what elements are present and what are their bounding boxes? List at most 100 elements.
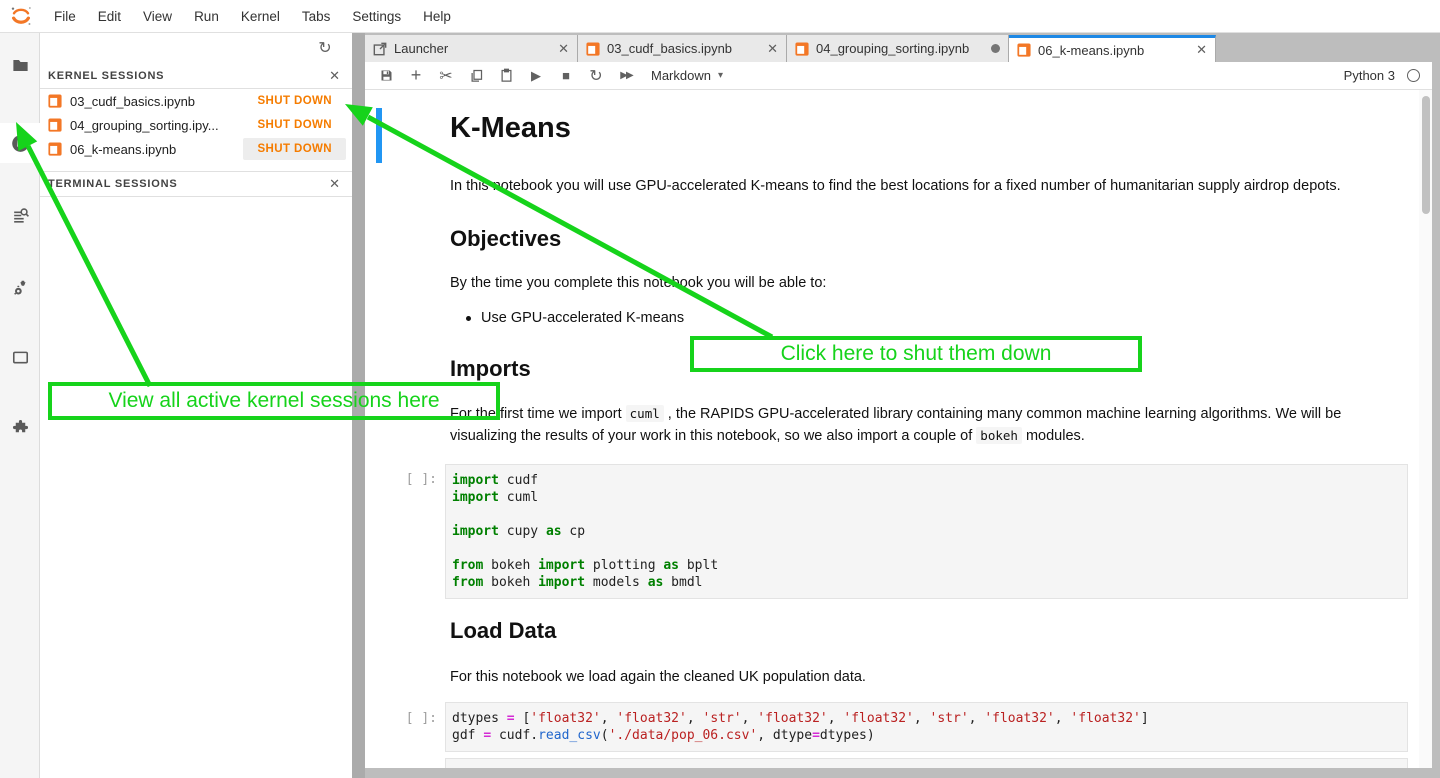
menubar: FileEditViewRunKernelTabsSettingsHelp bbox=[0, 0, 1440, 33]
command-palette-icon[interactable] bbox=[0, 195, 40, 235]
add-cell-button[interactable]: + bbox=[401, 63, 431, 89]
cell-prompt: [ ]: bbox=[365, 472, 437, 487]
tab-06-k-means-ipynb[interactable]: 06_k-means.ipynb ✕ bbox=[1009, 35, 1216, 62]
kernel-sessions-close-icon[interactable]: ✕ bbox=[329, 68, 340, 84]
menu-edit[interactable]: Edit bbox=[87, 0, 132, 33]
tab-label: 04_grouping_sorting.ipynb bbox=[816, 41, 981, 56]
notebook-scrollbar[interactable] bbox=[1419, 90, 1432, 768]
code-cell-imports[interactable]: import cudfimport cuml import cupy as cp… bbox=[445, 464, 1408, 599]
annotation-label-view-sessions: View all active kernel sessions here bbox=[48, 382, 500, 420]
kernel-session-row: 04_grouping_sorting.ipy...SHUT DOWN bbox=[40, 113, 352, 137]
code-cell-load-data[interactable]: dtypes = ['float32', 'float32', 'str', '… bbox=[445, 702, 1408, 752]
md-load-data-paragraph: For this notebook we load again the clea… bbox=[450, 666, 866, 688]
notebook-icon bbox=[586, 42, 600, 56]
tab-04-grouping-sorting-ipynb[interactable]: 04_grouping_sorting.ipynb bbox=[787, 35, 1009, 62]
md-objectives-intro: By the time you complete this notebook y… bbox=[450, 272, 826, 294]
notebook-icon bbox=[795, 42, 809, 56]
cell-prompt: [ ]: bbox=[365, 711, 437, 726]
kernel-name-button[interactable]: Python 3 bbox=[1344, 68, 1395, 83]
code-line: import cudf bbox=[452, 472, 1401, 489]
shutdown-button[interactable]: SHUT DOWN bbox=[243, 90, 346, 112]
code-line: from bokeh import plotting as bplt bbox=[452, 557, 1401, 574]
menu-help[interactable]: Help bbox=[412, 0, 462, 33]
code-line: import cupy as cp bbox=[452, 523, 1401, 540]
open-tabs-icon[interactable] bbox=[0, 337, 40, 377]
notebook-icon bbox=[48, 118, 62, 132]
restart-kernel-button[interactable]: ↻ bbox=[581, 63, 611, 89]
tab-label: Launcher bbox=[394, 41, 548, 56]
notebook-icon bbox=[1017, 43, 1031, 57]
terminal-sessions-title: TERMINAL SESSIONS bbox=[48, 178, 178, 190]
code-line bbox=[452, 506, 1401, 523]
active-cell-indicator[interactable] bbox=[376, 108, 382, 163]
main-dock: Launcher ✕ 03_cudf_basics.ipynb ✕ 04_groupin… bbox=[365, 33, 1440, 778]
md-heading-load-data: Load Data bbox=[450, 618, 556, 644]
annotation-label-shutdown: Click here to shut them down bbox=[690, 336, 1142, 372]
shutdown-button[interactable]: SHUT DOWN bbox=[243, 138, 346, 160]
copy-cells-button[interactable] bbox=[461, 63, 491, 89]
jupyter-logo-icon bbox=[8, 3, 34, 29]
md-heading-objectives: Objectives bbox=[450, 226, 561, 252]
tab-close-icon[interactable]: ✕ bbox=[558, 41, 569, 57]
code-line: dtypes = ['float32', 'float32', 'str', '… bbox=[452, 710, 1401, 727]
menu-kernel[interactable]: Kernel bbox=[230, 0, 291, 33]
menu-settings[interactable]: Settings bbox=[341, 0, 412, 33]
left-sidebar bbox=[0, 33, 40, 778]
kernel-session-row: 06_k-means.ipynbSHUT DOWN bbox=[40, 137, 352, 161]
terminal-sessions-close-icon[interactable]: ✕ bbox=[329, 176, 340, 192]
notebook-toolbar: + ✂ ▶ ■ ↻ ▶▶ Markdown ▾ Python 3 bbox=[365, 62, 1432, 90]
menu-file[interactable]: File bbox=[43, 0, 87, 33]
md-heading-imports: Imports bbox=[450, 356, 531, 382]
menu: FileEditViewRunKernelTabsSettingsHelp bbox=[43, 0, 462, 33]
extension-manager-icon[interactable] bbox=[0, 407, 40, 447]
kernel-session-row: 03_cudf_basics.ipynbSHUT DOWN bbox=[40, 89, 352, 113]
terminal-sessions-header: TERMINAL SESSIONS ✕ bbox=[40, 171, 352, 197]
running-sessions-icon[interactable] bbox=[0, 123, 40, 163]
session-name[interactable]: 06_k-means.ipynb bbox=[70, 142, 243, 157]
md-imports-paragraph: For the first time we import cuml , the … bbox=[450, 403, 1355, 447]
menu-view[interactable]: View bbox=[132, 0, 183, 33]
refresh-sessions-icon[interactable]: ↻ bbox=[310, 35, 340, 61]
code-cell-partial[interactable] bbox=[445, 758, 1408, 768]
inline-code: cuml bbox=[626, 405, 664, 422]
cell-type-value: Markdown bbox=[651, 68, 711, 83]
property-inspector-icon[interactable] bbox=[0, 267, 40, 307]
unsaved-changes-icon[interactable] bbox=[991, 44, 1000, 53]
save-button[interactable] bbox=[371, 63, 401, 89]
code-line: gdf = cudf.read_csv('./data/pop_06.csv',… bbox=[452, 727, 1401, 744]
code-line: from bokeh import models as bmdl bbox=[452, 574, 1401, 591]
cell-type-dropdown[interactable]: Markdown ▾ bbox=[651, 68, 723, 83]
shutdown-button[interactable]: SHUT DOWN bbox=[243, 114, 346, 136]
code-line bbox=[452, 540, 1401, 557]
notebook-icon bbox=[48, 142, 62, 156]
tab-launcher[interactable]: Launcher ✕ bbox=[365, 35, 578, 62]
tab-close-icon[interactable]: ✕ bbox=[767, 41, 778, 57]
kernel-status-icon[interactable] bbox=[1407, 69, 1420, 82]
launcher-icon bbox=[373, 42, 387, 56]
kernel-sessions-title: KERNEL SESSIONS bbox=[48, 70, 164, 82]
tab-03-cudf-basics-ipynb[interactable]: 03_cudf_basics.ipynb ✕ bbox=[578, 35, 787, 62]
kernel-sessions-header: KERNEL SESSIONS ✕ bbox=[40, 63, 352, 89]
bullet-icon bbox=[466, 316, 471, 321]
inline-code: bokeh bbox=[976, 427, 1022, 444]
menu-run[interactable]: Run bbox=[183, 0, 230, 33]
menu-tabs[interactable]: Tabs bbox=[291, 0, 342, 33]
chevron-down-icon: ▾ bbox=[718, 70, 723, 81]
run-cell-button[interactable]: ▶ bbox=[521, 63, 551, 89]
session-name[interactable]: 04_grouping_sorting.ipy... bbox=[70, 118, 243, 133]
session-name[interactable]: 03_cudf_basics.ipynb bbox=[70, 94, 243, 109]
scrollbar-thumb[interactable] bbox=[1422, 96, 1430, 214]
notebook-content: K-Means In this notebook you will use GP… bbox=[365, 90, 1432, 768]
kernel-session-list: 03_cudf_basics.ipynbSHUT DOWN04_grouping… bbox=[40, 89, 352, 161]
tab-label: 03_cudf_basics.ipynb bbox=[607, 41, 757, 56]
md-heading-kmeans: K-Means bbox=[450, 112, 571, 145]
file-browser-icon[interactable] bbox=[0, 45, 40, 85]
cut-cells-button[interactable]: ✂ bbox=[431, 63, 461, 89]
restart-run-all-button[interactable]: ▶▶ bbox=[611, 63, 641, 89]
notebook-icon bbox=[48, 94, 62, 108]
tab-close-icon[interactable]: ✕ bbox=[1196, 42, 1207, 58]
code-line: import cuml bbox=[452, 489, 1401, 506]
paste-cells-button[interactable] bbox=[491, 63, 521, 89]
stop-kernel-button[interactable]: ■ bbox=[551, 63, 581, 89]
tab-label: 06_k-means.ipynb bbox=[1038, 43, 1186, 58]
